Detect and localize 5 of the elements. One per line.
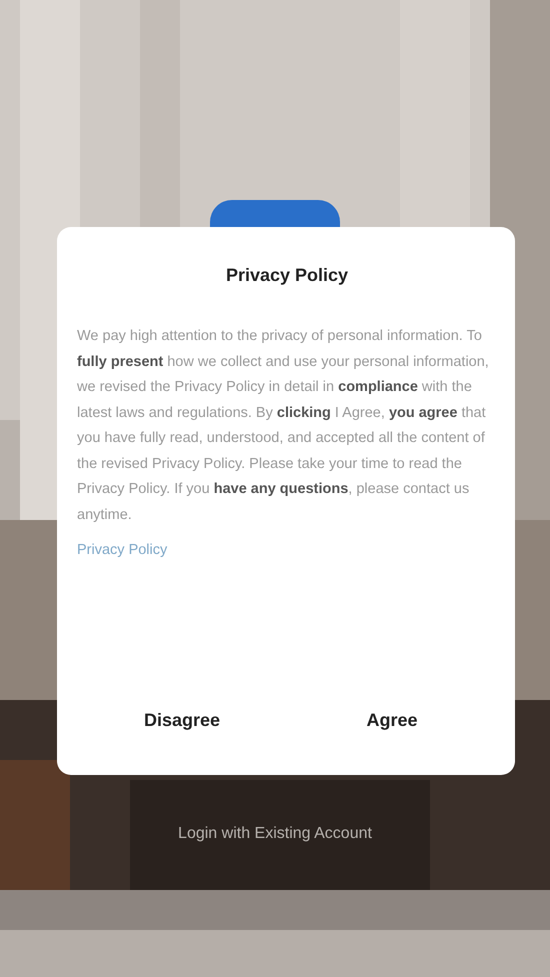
disagree-button[interactable]: Disagree bbox=[77, 700, 287, 740]
agree-button[interactable]: Agree bbox=[287, 700, 497, 740]
dialog-title: Privacy Policy bbox=[224, 265, 350, 286]
policy-text: We pay high attention to the privacy of personal information. To fully present how we collect and use your personal information, we revised the Privacy Policy in detail in compliance with the latest laws and regulations. By clicking I Agree, you agree that you have fully read, understood, and accepted all the content of the revised Privacy Policy. Please take your time to read the Privacy Policy. If you have any questions, please contact us anytime. bbox=[77, 327, 490, 524]
login-link[interactable]: Login with Existing Account bbox=[178, 825, 372, 843]
